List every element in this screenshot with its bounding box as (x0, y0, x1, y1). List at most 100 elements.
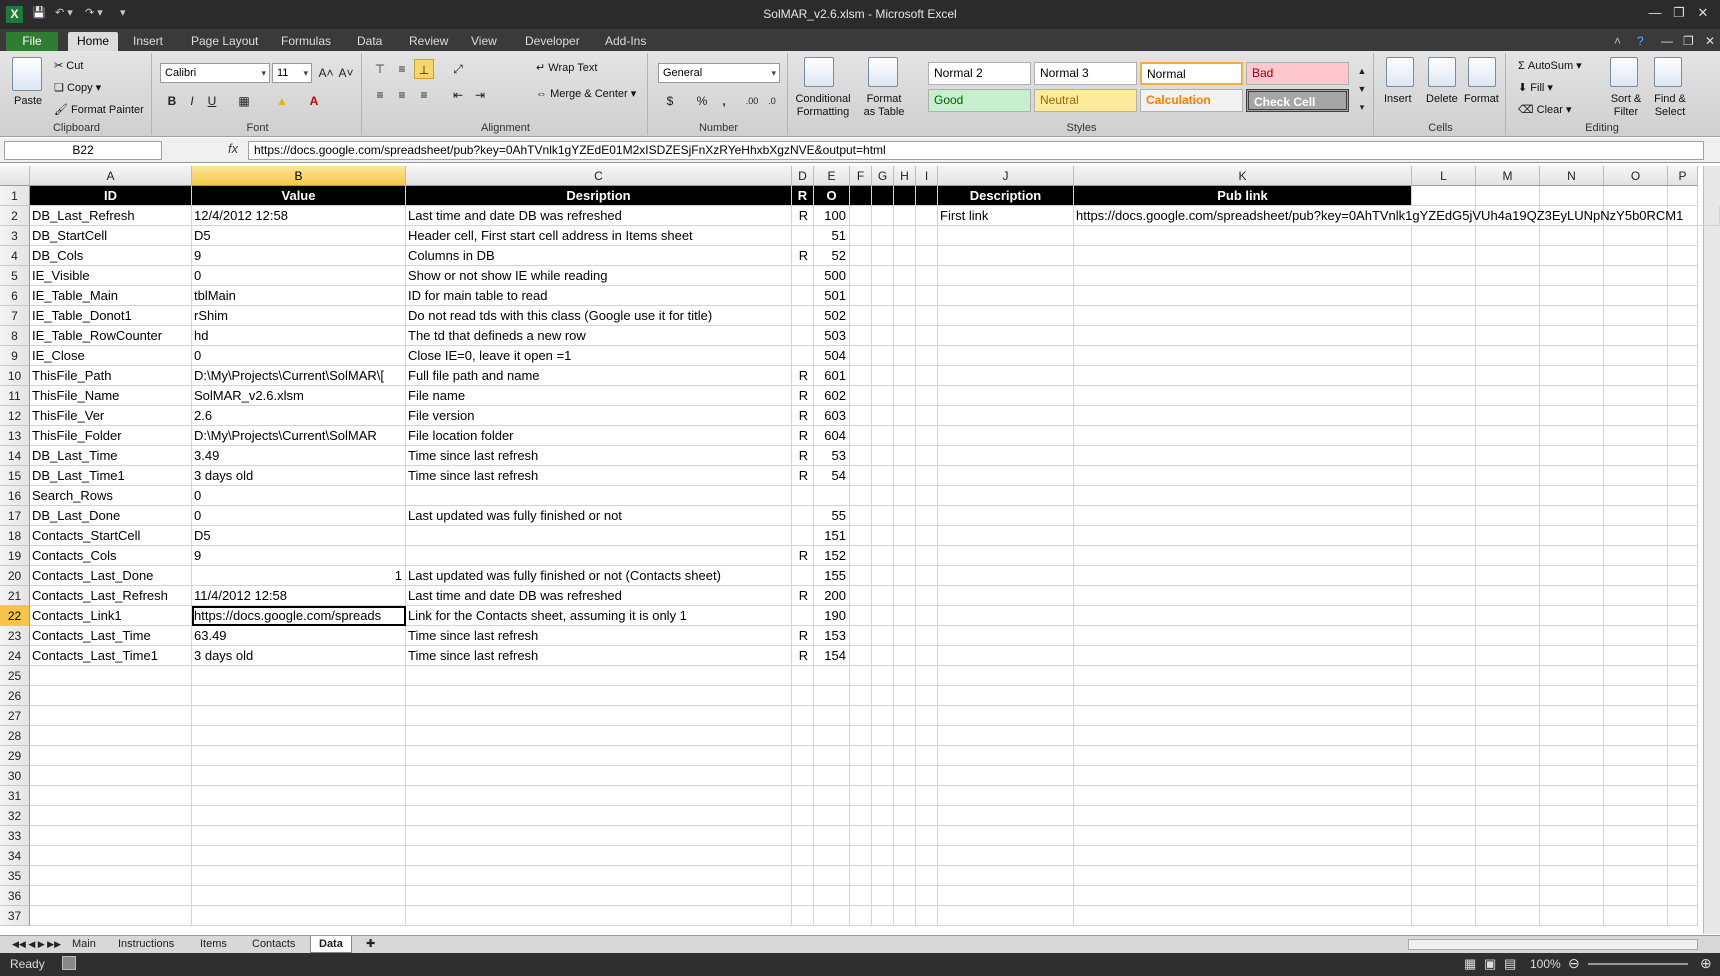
cell-g20[interactable] (872, 566, 894, 586)
cell-l35[interactable] (1412, 866, 1476, 886)
cell-d10[interactable]: R (792, 366, 814, 386)
cell-l30[interactable] (1412, 766, 1476, 786)
cell-o14[interactable] (1604, 446, 1668, 466)
help-icon[interactable]: ? (1628, 32, 1653, 51)
cell-f25[interactable] (850, 666, 872, 686)
cell-f14[interactable] (850, 446, 872, 466)
cell-n33[interactable] (1540, 826, 1604, 846)
cell-l12[interactable] (1412, 406, 1476, 426)
cell-c37[interactable] (406, 906, 792, 926)
cell-a19[interactable]: Contacts_Cols (30, 546, 192, 566)
cell-h26[interactable] (894, 686, 916, 706)
find-select-button[interactable]: Find & Select (1648, 93, 1692, 119)
cell-c5[interactable]: Show or not show IE while reading (406, 266, 792, 286)
cell-e35[interactable] (814, 866, 850, 886)
cell-j28[interactable] (938, 726, 1074, 746)
conditional-formatting-button[interactable]: Conditional Formatting (792, 93, 854, 119)
cell-j32[interactable] (938, 806, 1074, 826)
sort-filter-button[interactable]: Sort & Filter (1606, 93, 1646, 119)
cell-c15[interactable]: Time since last refresh (406, 466, 792, 486)
cell-n19[interactable] (1540, 546, 1604, 566)
cell-o18[interactable] (1604, 526, 1668, 546)
column-header-f[interactable]: F (850, 166, 872, 186)
row-header-5[interactable]: 5 (0, 266, 30, 286)
cell-c7[interactable]: Do not read tds with this class (Google … (406, 306, 792, 326)
zoom-slider[interactable] (1588, 963, 1688, 965)
cell-p33[interactable] (1668, 826, 1698, 846)
cell-e19[interactable]: 152 (814, 546, 850, 566)
cell-f20[interactable] (850, 566, 872, 586)
cell-g23[interactable] (872, 626, 894, 646)
style-bad[interactable]: Bad (1246, 62, 1349, 85)
cell-o32[interactable] (1604, 806, 1668, 826)
cell-d34[interactable] (792, 846, 814, 866)
align-bottom-icon[interactable]: ⊥ (414, 59, 434, 79)
cell-m29[interactable] (1476, 746, 1540, 766)
cell-k1[interactable]: Pub link (1074, 186, 1412, 206)
cell-a28[interactable] (30, 726, 192, 746)
cell-p35[interactable] (1668, 866, 1698, 886)
cell-p28[interactable] (1668, 726, 1698, 746)
cell-h27[interactable] (894, 706, 916, 726)
cell-j35[interactable] (938, 866, 1074, 886)
cell-e29[interactable] (814, 746, 850, 766)
align-left-icon[interactable]: ≡ (370, 85, 390, 105)
percent-icon[interactable]: % (692, 91, 712, 111)
cell-h29[interactable] (894, 746, 916, 766)
cell-n16[interactable] (1540, 486, 1604, 506)
row-header-3[interactable]: 3 (0, 226, 30, 246)
cell-m11[interactable] (1476, 386, 1540, 406)
cell-m6[interactable] (1476, 286, 1540, 306)
cell-n31[interactable] (1540, 786, 1604, 806)
cell-o1[interactable] (1604, 186, 1668, 206)
cell-e26[interactable] (814, 686, 850, 706)
row-header-37[interactable]: 37 (0, 906, 30, 926)
cell-f18[interactable] (850, 526, 872, 546)
row-header-32[interactable]: 32 (0, 806, 30, 826)
cell-j10[interactable] (938, 366, 1074, 386)
fill-color-icon[interactable]: ▲ (272, 91, 292, 111)
cell-i14[interactable] (916, 446, 938, 466)
cell-e34[interactable] (814, 846, 850, 866)
cell-j12[interactable] (938, 406, 1074, 426)
conditional-formatting-icon[interactable] (804, 57, 834, 87)
cell-c2[interactable]: Last time and date DB was refreshed (406, 206, 792, 226)
cell-k11[interactable] (1074, 386, 1412, 406)
cell-e4[interactable]: 52 (814, 246, 850, 266)
cell-a26[interactable] (30, 686, 192, 706)
cell-b23[interactable]: 63.49 (192, 626, 406, 646)
cell-f24[interactable] (850, 646, 872, 666)
row-header-21[interactable]: 21 (0, 586, 30, 606)
sheet-tab-instructions[interactable]: Instructions (110, 936, 182, 953)
insert-function-icon[interactable]: fx (228, 141, 238, 156)
cell-o10[interactable] (1604, 366, 1668, 386)
cell-k3[interactable] (1074, 226, 1412, 246)
row-header-25[interactable]: 25 (0, 666, 30, 686)
delete-cells-icon[interactable] (1428, 57, 1456, 87)
cell-k31[interactable] (1074, 786, 1412, 806)
cell-c25[interactable] (406, 666, 792, 686)
cell-c26[interactable] (406, 686, 792, 706)
cell-c33[interactable] (406, 826, 792, 846)
cell-j34[interactable] (938, 846, 1074, 866)
cell-o4[interactable] (1604, 246, 1668, 266)
cell-p12[interactable] (1668, 406, 1698, 426)
borders-icon[interactable]: ▦ (234, 91, 254, 111)
cell-m7[interactable] (1476, 306, 1540, 326)
cell-j33[interactable] (938, 826, 1074, 846)
cell-l20[interactable] (1412, 566, 1476, 586)
row-header-1[interactable]: 1 (0, 186, 30, 206)
paste-button[interactable]: Paste (14, 95, 42, 107)
cell-h31[interactable] (894, 786, 916, 806)
cell-j11[interactable] (938, 386, 1074, 406)
clear-button[interactable]: ⌫ Clear ▾ (1518, 103, 1572, 116)
cell-d25[interactable] (792, 666, 814, 686)
row-header-7[interactable]: 7 (0, 306, 30, 326)
cell-a15[interactable]: DB_Last_Time1 (30, 466, 192, 486)
vertical-scrollbar[interactable] (1703, 166, 1720, 934)
cell-f19[interactable] (850, 546, 872, 566)
cell-l13[interactable] (1412, 426, 1476, 446)
cell-g19[interactable] (872, 546, 894, 566)
cell-d9[interactable] (792, 346, 814, 366)
cell-c10[interactable]: Full file path and name (406, 366, 792, 386)
